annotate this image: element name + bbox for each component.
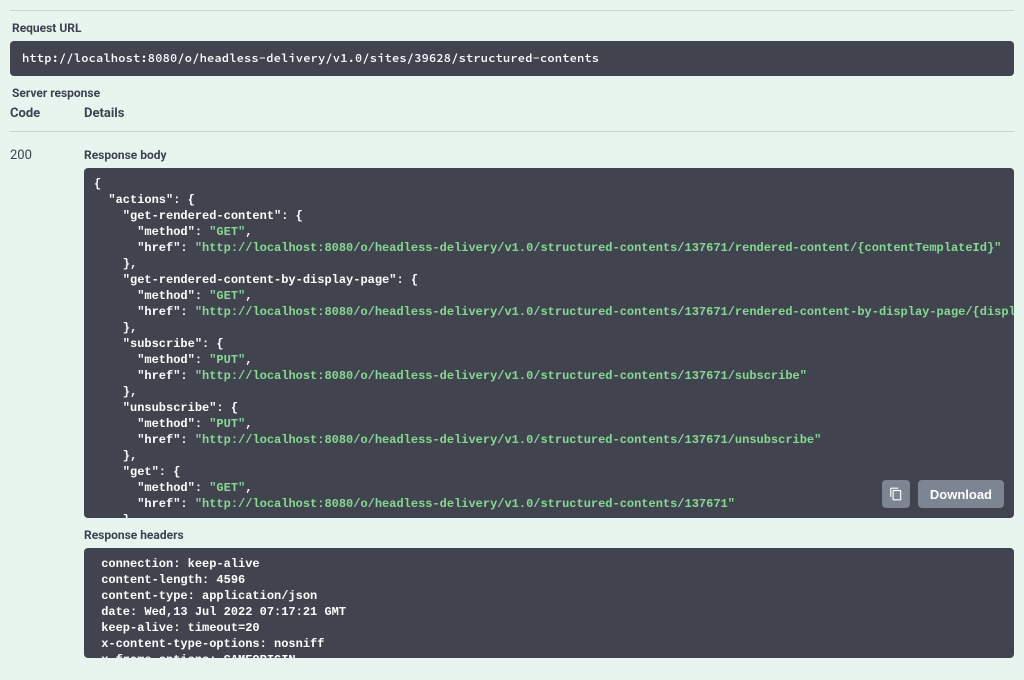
response-code: 200 [10,144,84,163]
response-headers-content: connection: keep-alive content-length: 4… [94,556,1004,658]
copy-button[interactable] [882,480,910,508]
response-headers-codeblock[interactable]: connection: keep-alive content-length: 4… [84,548,1014,658]
request-url-value: http://localhost:8080/o/headless-deliver… [22,51,599,66]
response-row: 200 Response body { "actions": { "get-re… [10,144,1014,658]
response-body-label: Response body [84,148,1014,162]
server-response-label: Server response [12,86,1014,100]
details-column-header: Details [84,106,124,121]
divider [10,10,1014,11]
request-url-box[interactable]: http://localhost:8080/o/headless-deliver… [10,41,1014,76]
code-column-header: Code [10,106,84,121]
clipboard-icon [889,487,903,501]
response-body-content: { "actions": { "get-rendered-content": {… [94,176,1004,518]
request-url-label: Request URL [12,21,1014,35]
divider [10,131,1014,132]
response-table-head: Code Details [10,106,1014,121]
response-body-codeblock[interactable]: { "actions": { "get-rendered-content": {… [84,168,1014,518]
response-headers-label: Response headers [84,528,1014,542]
download-button[interactable]: Download [918,480,1004,508]
